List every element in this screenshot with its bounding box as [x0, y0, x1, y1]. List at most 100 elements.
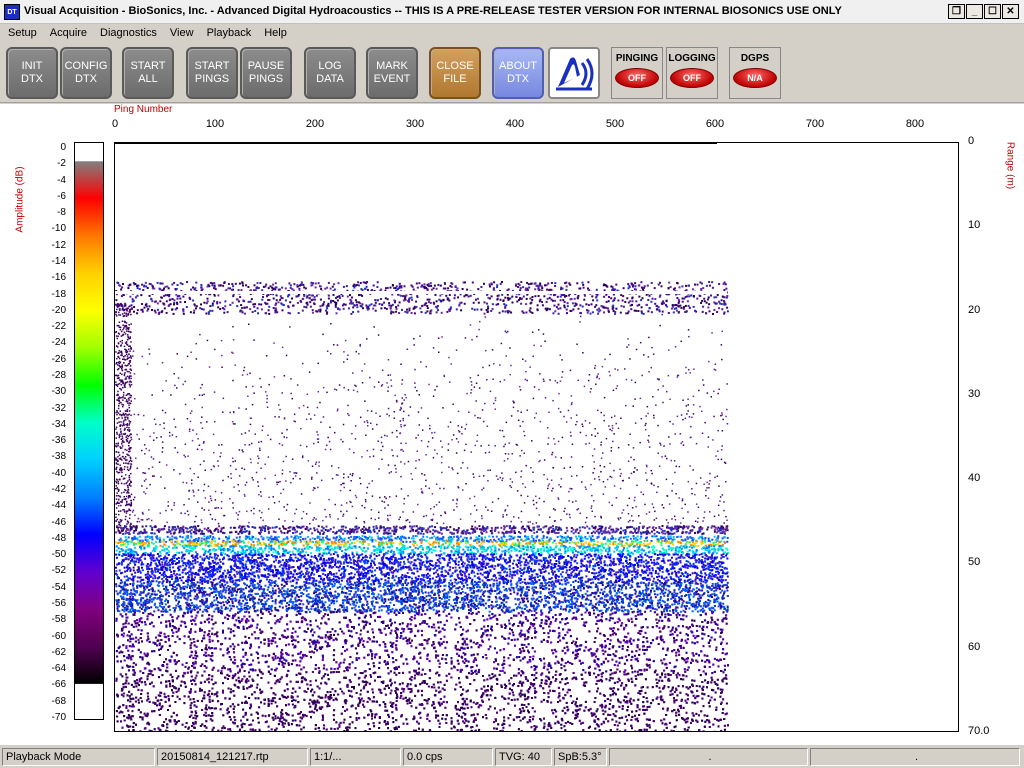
menu-view[interactable]: View: [162, 27, 199, 39]
echo-sample: [174, 447, 176, 449]
echo-sample: [561, 457, 563, 459]
echo-sample: [348, 537, 350, 539]
mark-event-button[interactable]: MARK EVENT: [366, 47, 418, 99]
echo-sample: [291, 298, 293, 300]
echo-sample: [289, 312, 291, 314]
close-file-button[interactable]: CLOSE FILE: [429, 47, 481, 99]
echo-sample: [538, 289, 540, 291]
echo-sample: [707, 392, 709, 394]
echo-sample: [196, 358, 198, 360]
echo-sample: [510, 536, 512, 538]
echo-sample: [492, 349, 494, 351]
echo-sample: [330, 302, 332, 304]
echo-sample: [129, 350, 131, 352]
menu-playback[interactable]: Playback: [199, 27, 257, 39]
echo-sample: [687, 399, 689, 401]
echo-sample: [362, 535, 364, 537]
echo-sample: [126, 450, 128, 452]
echo-sample: [133, 306, 135, 308]
echo-sample: [239, 511, 241, 513]
echo-sample: [115, 314, 117, 316]
echo-sample: [166, 300, 168, 302]
echo-sample: [456, 536, 458, 538]
restore-icon[interactable]: ❐: [948, 4, 965, 19]
echo-sample: [311, 284, 313, 286]
echo-sample: [492, 308, 494, 310]
echo-sample: [551, 282, 553, 284]
echo-sample: [430, 508, 432, 510]
echo-sample: [312, 519, 314, 521]
echo-sample: [278, 519, 280, 521]
start-pings-button[interactable]: START PINGS: [186, 47, 238, 99]
log-data-button[interactable]: LOG DATA: [304, 47, 356, 99]
menu-setup[interactable]: Setup: [0, 27, 42, 39]
echo-sample: [553, 294, 555, 296]
menu-diagnostics[interactable]: Diagnostics: [92, 27, 162, 39]
echo-sample: [403, 420, 405, 422]
echo-sample: [691, 530, 693, 532]
echo-sample: [498, 532, 500, 534]
echo-sample: [250, 458, 252, 460]
echo-sample: [524, 453, 526, 455]
echogram-plot[interactable]: [114, 142, 959, 732]
echo-sample: [125, 519, 127, 521]
echo-sample: [517, 410, 519, 412]
echo-sample: [390, 307, 392, 309]
minimize-button[interactable]: _: [966, 4, 983, 19]
echo-sample: [593, 500, 595, 502]
echo-sample: [115, 531, 117, 533]
biosonics-logo-icon[interactable]: [548, 47, 600, 99]
echo-sample: [487, 470, 489, 472]
echo-sample: [344, 538, 346, 540]
start-all-button[interactable]: START ALL: [122, 47, 174, 99]
echo-sample: [120, 327, 122, 329]
about-dtx-button[interactable]: ABOUT DTX: [492, 47, 544, 99]
config-dtx-button[interactable]: CONFIG DTX: [60, 47, 112, 99]
echo-sample: [568, 295, 570, 297]
echo-sample: [696, 298, 698, 300]
echo-sample: [154, 419, 156, 421]
echo-sample: [693, 369, 695, 371]
echo-sample: [373, 455, 375, 457]
echo-sample: [565, 289, 567, 291]
echo-sample: [394, 301, 396, 303]
echo-sample: [634, 500, 636, 502]
echo-sample: [207, 298, 209, 300]
echo-sample: [342, 533, 344, 535]
echo-sample: [404, 311, 406, 313]
title-bar: DT Visual Acquisition - BioSonics, Inc. …: [0, 0, 1024, 24]
echo-sample: [556, 306, 558, 308]
echo-sample: [130, 331, 132, 333]
echo-sample: [532, 296, 534, 298]
echo-sample: [714, 529, 716, 531]
echo-sample: [130, 458, 132, 460]
echo-sample: [509, 525, 511, 527]
maximize-button[interactable]: ☐: [984, 4, 1001, 19]
menu-help[interactable]: Help: [256, 27, 292, 39]
echo-sample: [116, 427, 118, 429]
echo-sample: [123, 421, 125, 423]
echo-sample: [262, 430, 264, 432]
echo-sample: [133, 510, 135, 512]
init-dtx-button[interactable]: INIT DTX: [6, 47, 58, 99]
echo-sample: [170, 533, 172, 535]
pause-pings-button[interactable]: PAUSE PINGS: [240, 47, 292, 99]
echo-sample: [115, 481, 117, 483]
echo-sample: [463, 295, 465, 297]
echo-sample: [352, 506, 354, 508]
echo-sample: [580, 312, 582, 314]
echo-sample: [125, 369, 127, 371]
echo-sample: [127, 469, 128, 471]
echo-sample: [717, 537, 719, 539]
echo-sample: [151, 309, 153, 311]
echo-sample: [336, 474, 338, 476]
menu-acquire[interactable]: Acquire: [42, 27, 92, 39]
echo-sample: [685, 372, 687, 374]
echo-sample: [118, 398, 120, 400]
echo-sample: [630, 457, 632, 459]
close-window-button[interactable]: ✕: [1002, 4, 1019, 19]
echo-sample: [704, 422, 706, 424]
echo-sample: [453, 509, 455, 511]
echo-sample: [137, 309, 139, 311]
echo-sample: [315, 283, 317, 285]
